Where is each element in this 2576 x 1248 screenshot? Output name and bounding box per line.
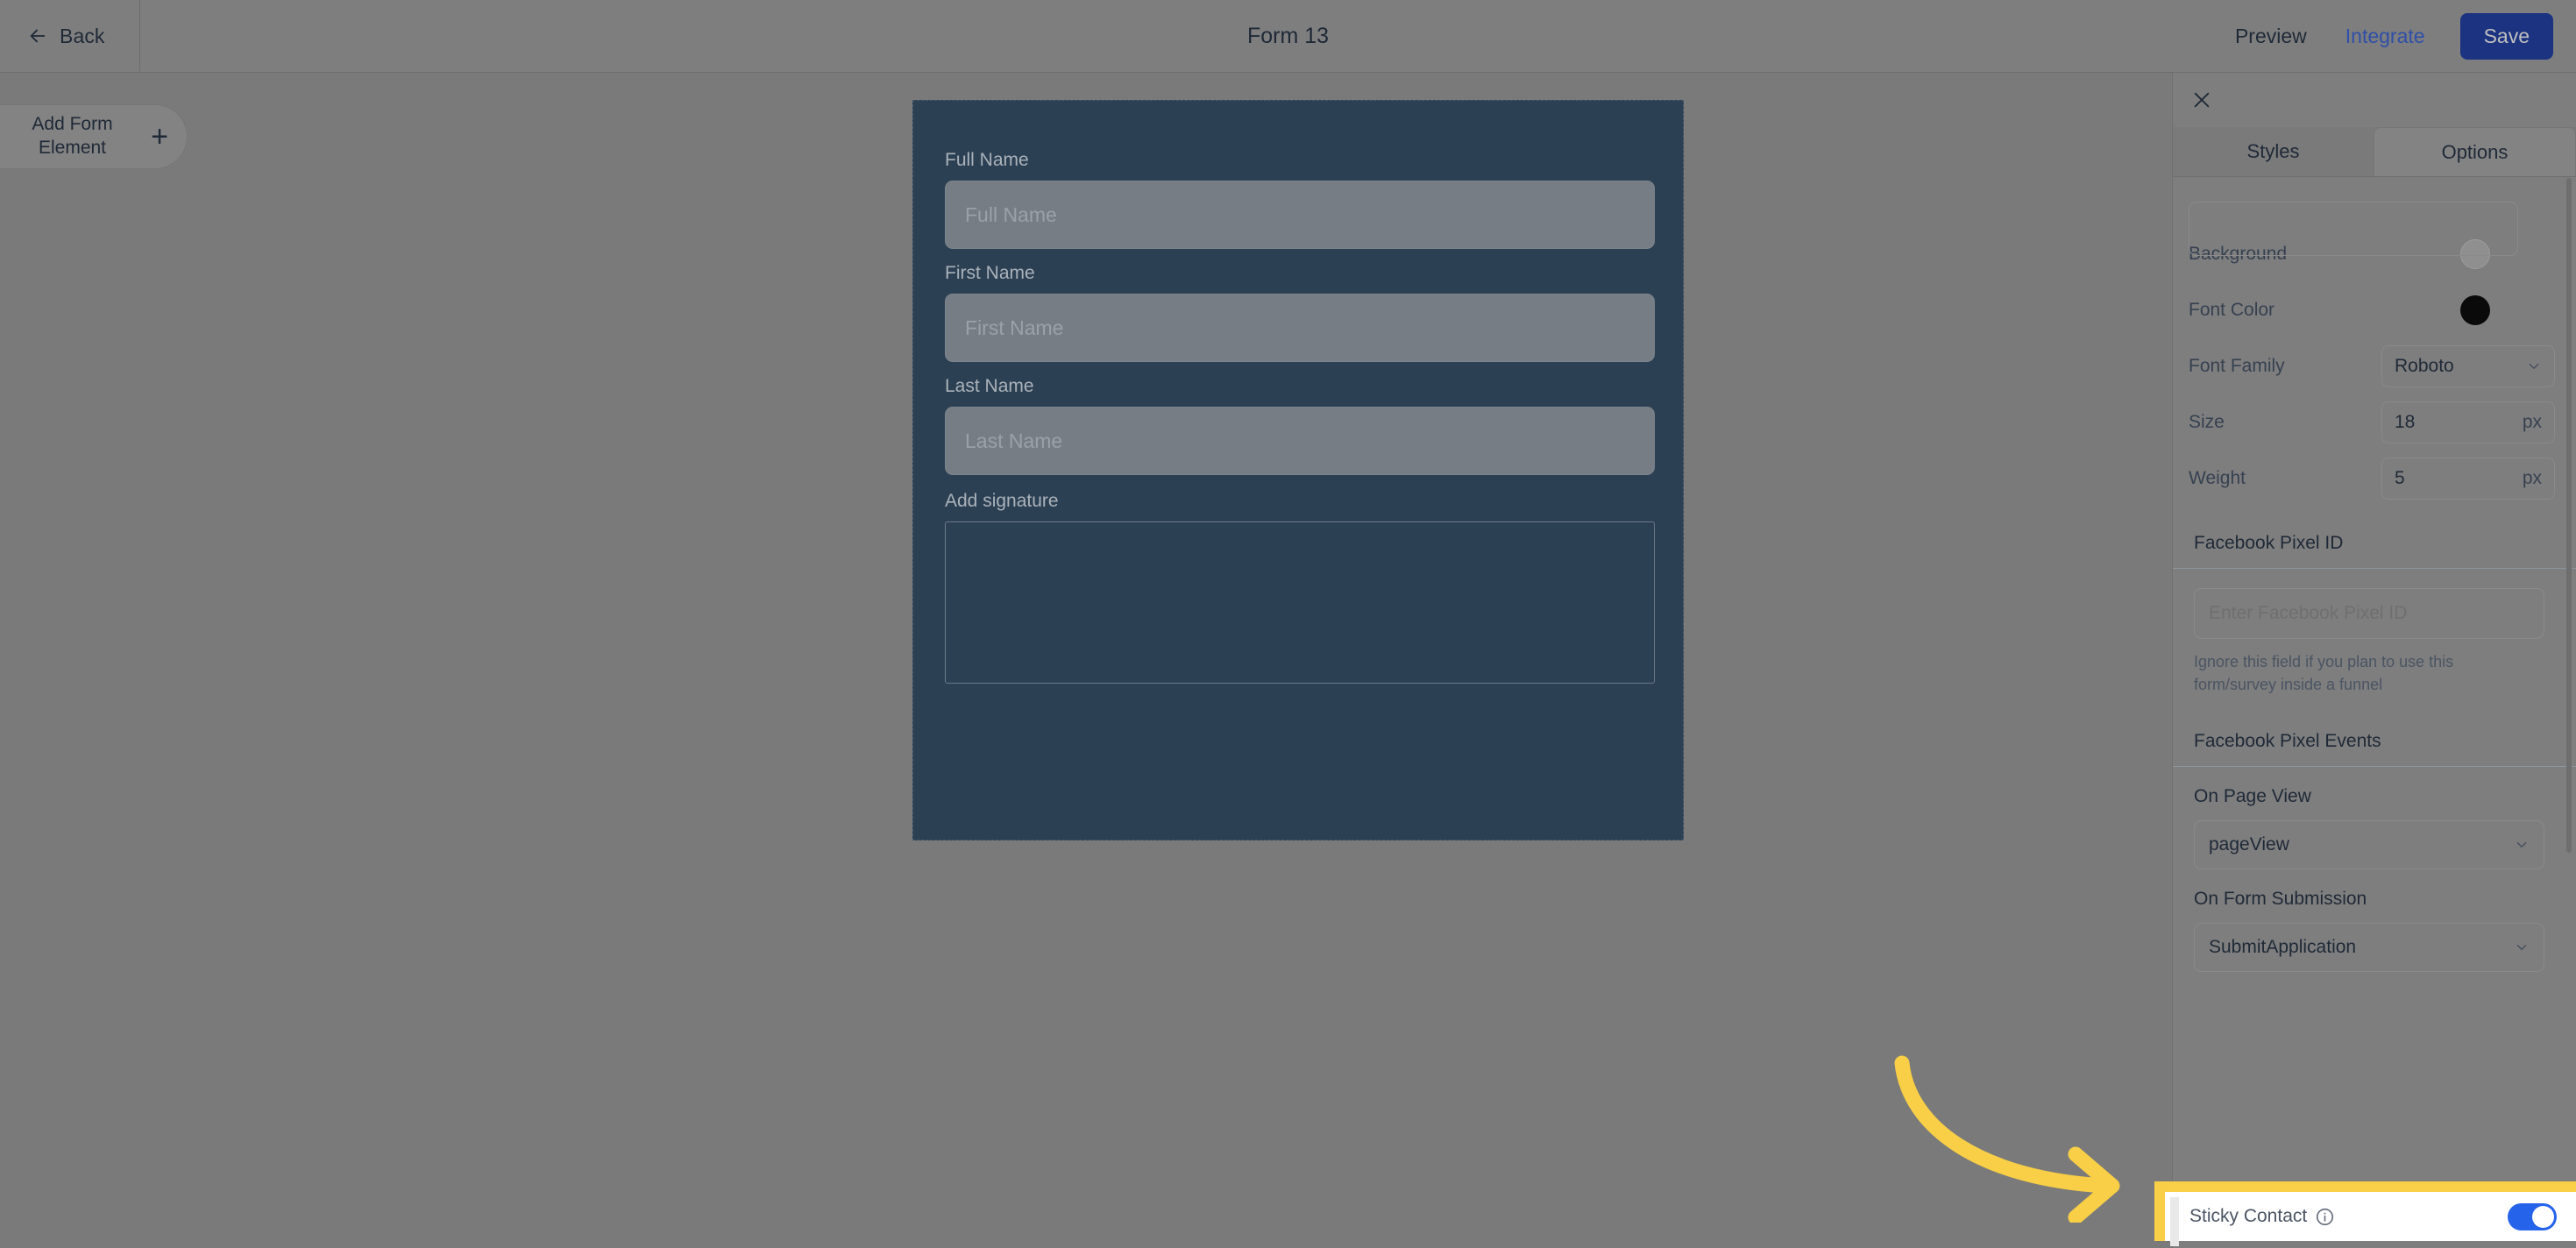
last-name-input[interactable]: Last Name: [945, 407, 1655, 475]
last-name-placeholder: Last Name: [965, 429, 1063, 452]
plus-icon: +: [151, 120, 168, 153]
sticky-contact-label: Sticky Contact: [2189, 1206, 2308, 1226]
on-page-view-value: pageView: [2209, 834, 2289, 855]
font-family-value: Roboto: [2395, 356, 2454, 376]
form-field-label: First Name: [945, 263, 1035, 283]
weight-input[interactable]: 5 px: [2381, 457, 2555, 500]
clipped-top-input[interactable]: [2189, 202, 2518, 256]
tab-options[interactable]: Options: [2374, 127, 2576, 176]
back-button-label: Back: [60, 24, 105, 47]
chevron-down-icon: [2514, 940, 2530, 955]
form-field-full-name: Full Name Full Name: [945, 150, 1655, 249]
properties-panel: Styles Options Background Font Color Fon…: [2172, 73, 2576, 1248]
font-family-label: Font Family: [2189, 356, 2285, 376]
sticky-contact-row: Sticky Contact: [2165, 1192, 2576, 1246]
sticky-contact-highlight: Sticky Contact: [2154, 1181, 2576, 1246]
first-name-placeholder: First Name: [965, 316, 1064, 339]
integrate-link[interactable]: Integrate: [2326, 25, 2445, 48]
preview-button[interactable]: Preview: [2216, 25, 2326, 48]
chevron-down-icon: [2514, 837, 2530, 853]
sticky-contact-toggle[interactable]: [2508, 1202, 2557, 1230]
info-circle-icon[interactable]: [2316, 1208, 2334, 1226]
add-form-element-label: Add Form Element: [32, 114, 113, 158]
page-title: Form 13: [1246, 24, 1330, 48]
facebook-pixel-id-section-title: Facebook Pixel ID: [2173, 517, 2576, 569]
sticky-contact-toggle-knob: [2532, 1205, 2554, 1228]
prop-row-weight: Weight 5 px: [2173, 450, 2576, 507]
chevron-down-icon: [2526, 358, 2542, 374]
size-unit: px: [2522, 412, 2542, 432]
font-color-swatch[interactable]: [2460, 295, 2490, 325]
weight-label: Weight: [2189, 468, 2246, 488]
panel-scrollbar[interactable]: [2565, 73, 2574, 1248]
form-field-label: Full Name: [945, 150, 1029, 170]
size-input[interactable]: 18 px: [2381, 401, 2555, 443]
signature-label: Add signature: [945, 491, 1059, 511]
facebook-pixel-events-section-title: Facebook Pixel Events: [2173, 715, 2576, 768]
signature-pad[interactable]: [945, 521, 1655, 684]
on-form-submission-value: SubmitApplication: [2209, 937, 2357, 958]
save-button[interactable]: Save: [2459, 13, 2553, 60]
font-color-label: Font Color: [2189, 300, 2275, 320]
prop-row-size: Size 18 px: [2173, 394, 2576, 450]
weight-unit: px: [2522, 468, 2542, 488]
facebook-pixel-id-hint: Ignore this field if you plan to use thi…: [2194, 653, 2454, 694]
panel-scroll-area: Background Font Color Font Family Roboto: [2173, 202, 2576, 1248]
panel-header: [2173, 73, 2576, 127]
full-name-placeholder: Full Name: [965, 202, 1057, 226]
add-form-element-button[interactable]: Add Form Element +: [0, 104, 188, 169]
facebook-pixel-id-placeholder: Enter Facebook Pixel ID: [2209, 603, 2408, 623]
sticky-contact-rail: [2170, 1197, 2179, 1246]
panel-scrollbar-thumb[interactable]: [2566, 178, 2572, 853]
form-field-last-name: Last Name Last Name: [945, 376, 1655, 475]
app-root: Back Form 13 Preview Integrate Save Add …: [0, 0, 2576, 1248]
curved-arrow-right-icon: [1876, 1047, 2165, 1225]
on-form-submission-label: On Form Submission: [2194, 889, 2367, 910]
weight-value: 5: [2395, 468, 2405, 488]
on-form-submission-select[interactable]: SubmitApplication: [2194, 923, 2544, 973]
facebook-pixel-id-input[interactable]: Enter Facebook Pixel ID: [2194, 588, 2544, 639]
first-name-input[interactable]: First Name: [945, 294, 1655, 362]
arrow-left-icon: [28, 26, 47, 46]
full-name-input[interactable]: Full Name: [945, 181, 1655, 249]
form-preview-canvas[interactable]: Full Name Full Name First Name First Nam…: [912, 100, 1684, 840]
size-value: 18: [2395, 412, 2416, 432]
size-label: Size: [2189, 412, 2225, 432]
form-field-first-name: First Name First Name: [945, 263, 1655, 362]
on-form-submission-group: On Form Submission SubmitApplication: [2173, 869, 2576, 973]
top-bar-actions: Preview Integrate Save: [2216, 0, 2553, 73]
prop-row-font-family: Font Family Roboto: [2173, 338, 2576, 394]
back-button[interactable]: Back: [0, 0, 140, 73]
facebook-pixel-id-section: Enter Facebook Pixel ID Ignore this fiel…: [2173, 569, 2576, 705]
close-icon[interactable]: [2192, 90, 2211, 110]
font-family-select[interactable]: Roboto: [2381, 345, 2555, 387]
tab-styles[interactable]: Styles: [2173, 127, 2374, 176]
on-page-view-label: On Page View: [2194, 786, 2311, 807]
panel-tabs: Styles Options: [2173, 127, 2576, 177]
top-bar: Back Form 13 Preview Integrate Save: [0, 0, 2576, 73]
on-page-view-group: On Page View pageView: [2173, 767, 2576, 870]
prop-row-font-color: Font Color: [2173, 282, 2576, 338]
on-page-view-select[interactable]: pageView: [2194, 820, 2544, 870]
form-field-label: Last Name: [945, 376, 1034, 396]
